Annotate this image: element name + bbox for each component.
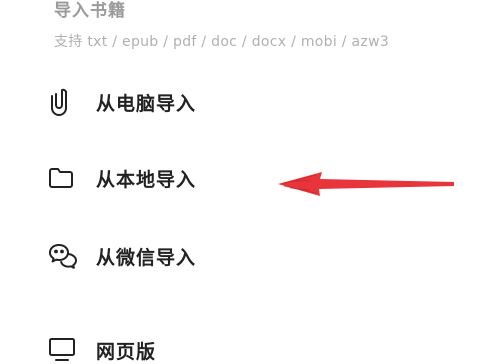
red-annotation-arrow (278, 172, 454, 196)
import-from-wechat-option[interactable]: 从微信导入 (48, 236, 468, 276)
folder-icon (48, 161, 82, 195)
monitor-icon (48, 333, 82, 364)
supported-formats-text: 支持 txt / epub / pdf / doc / docx / mobi … (54, 34, 390, 50)
import-from-local-label: 从本地导入 (96, 168, 197, 191)
web-version-option[interactable]: 网页版 (48, 330, 468, 364)
import-from-wechat-label: 从微信导入 (96, 246, 197, 269)
import-from-computer-option[interactable]: 从电脑导入 (48, 82, 468, 122)
web-version-label: 网页版 (96, 340, 157, 363)
wechat-icon (48, 239, 82, 273)
panel-title: 导入书籍 (54, 1, 126, 21)
import-books-panel: 导入书籍 支持 txt / epub / pdf / doc / docx / … (0, 0, 500, 364)
import-from-computer-label: 从电脑导入 (96, 92, 197, 115)
paperclip-icon (48, 85, 82, 119)
